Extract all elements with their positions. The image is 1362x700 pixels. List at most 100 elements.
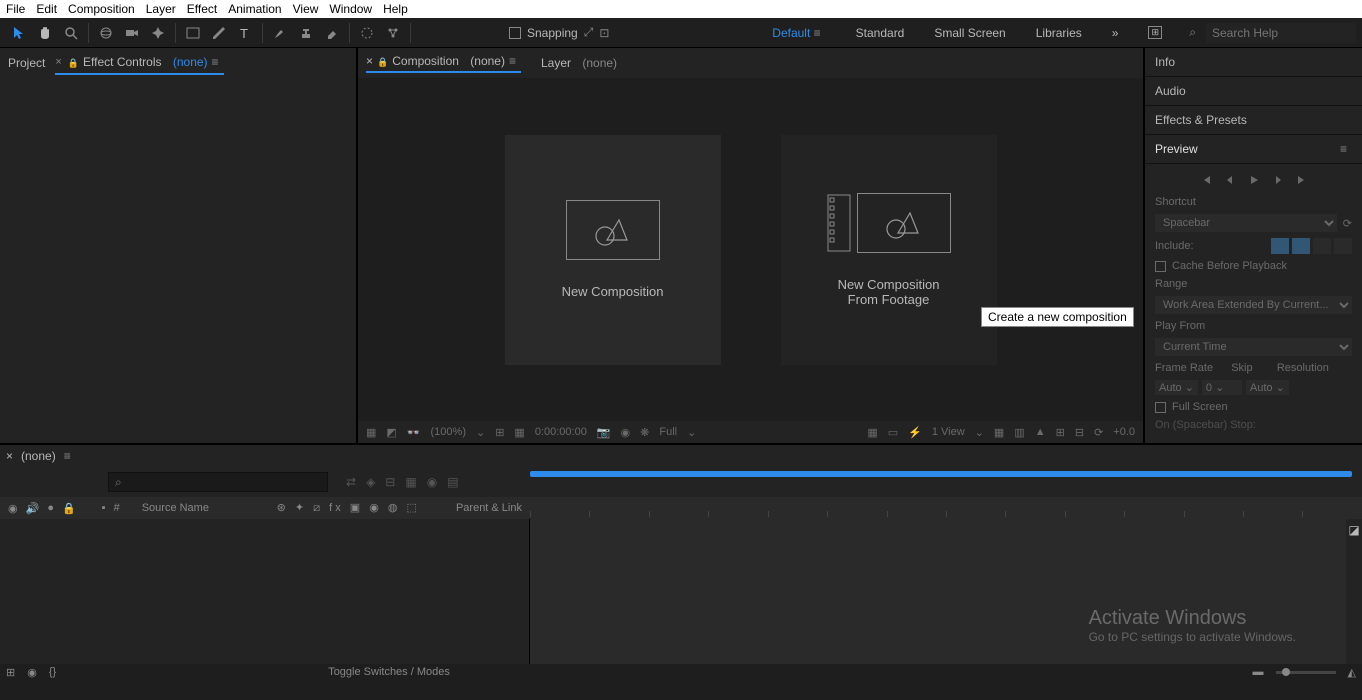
panel-menu-icon[interactable] [212, 55, 224, 69]
tab-effect-controls[interactable]: × Effect Controls (none) [55, 51, 223, 75]
pixel-aspect-icon[interactable]: ▥ [1014, 426, 1024, 439]
include-audio-icon[interactable] [1292, 238, 1310, 254]
grid-icon[interactable]: ▦ [514, 426, 524, 439]
workspace-reset-icon[interactable]: ⊞ [1148, 26, 1162, 39]
zoom-value[interactable]: (100%) [431, 426, 466, 438]
timeline-search-input[interactable] [108, 472, 328, 492]
snapshot-icon[interactable]: 📷 [597, 426, 611, 439]
menu-layer[interactable]: Layer [146, 2, 176, 16]
toggle-switches-modes[interactable]: Toggle Switches / Modes [328, 666, 450, 678]
rectangle-tool-icon[interactable] [182, 22, 204, 44]
skip-select[interactable]: 0 ⌄ [1202, 380, 1242, 395]
footer-icon-3[interactable]: {} [49, 666, 56, 678]
menu-edit[interactable]: Edit [36, 2, 57, 16]
panel-menu-icon[interactable] [509, 54, 521, 68]
camera-tool-icon[interactable] [121, 22, 143, 44]
workspace-small-screen[interactable]: Small Screen [934, 26, 1005, 40]
frame-blend-icon[interactable]: ▦ [405, 475, 416, 489]
comp-mini-flowchart-icon[interactable]: ⇄ [346, 475, 356, 489]
include-overlays-icon[interactable] [1313, 238, 1331, 254]
footer-icon-1[interactable]: ⊞ [6, 666, 15, 679]
brush-tool-icon[interactable] [269, 22, 291, 44]
timeline-tab[interactable]: (none) [21, 449, 56, 463]
tab-project[interactable]: Project [8, 52, 45, 74]
workspace-standard[interactable]: Standard [856, 26, 905, 40]
av-column-icon[interactable]: ◉ [8, 502, 18, 515]
number-column[interactable]: # [114, 502, 120, 514]
first-frame-icon[interactable] [1200, 174, 1212, 186]
solo-column-icon[interactable]: ● [47, 502, 54, 514]
color-icon[interactable]: ❋ [640, 426, 649, 439]
display-icon[interactable]: ▦ [366, 426, 376, 439]
resolution-select[interactable]: Auto ⌄ [1246, 380, 1289, 395]
workspace-default[interactable]: Default [772, 26, 825, 40]
exposure-value[interactable]: +0.0 [1113, 426, 1135, 438]
menu-file[interactable]: File [6, 2, 25, 16]
zoom-in-icon[interactable]: ◭ [1348, 666, 1356, 679]
snap-option-icon[interactable]: ⤢ [584, 25, 594, 40]
close-icon[interactable]: × [6, 449, 13, 463]
clone-stamp-tool-icon[interactable] [295, 22, 317, 44]
next-frame-icon[interactable] [1272, 174, 1284, 186]
menu-help[interactable]: Help [383, 2, 408, 16]
graph-editor-icon[interactable]: ▤ [447, 475, 458, 489]
zoom-slider[interactable] [1276, 671, 1336, 674]
parent-column[interactable]: Parent & Link [456, 502, 522, 514]
motion-blur-icon[interactable]: ◉ [427, 475, 437, 489]
time-ruler[interactable] [530, 497, 1362, 519]
panel-info[interactable]: Info [1145, 48, 1362, 77]
eraser-tool-icon[interactable] [321, 22, 343, 44]
selection-tool-icon[interactable] [8, 22, 30, 44]
hand-tool-icon[interactable] [34, 22, 56, 44]
reset-exposure-icon[interactable]: ⟳ [1094, 426, 1103, 439]
include-cache-icon[interactable] [1334, 238, 1352, 254]
menu-effect[interactable]: Effect [187, 2, 217, 16]
draft-3d-icon[interactable]: ◈ [366, 475, 375, 489]
tab-composition[interactable]: × Composition (none) [366, 54, 521, 73]
work-area-bar[interactable] [530, 471, 1352, 477]
label-column-icon[interactable]: ▪ [102, 502, 106, 514]
tab-layer[interactable]: Layer (none) [541, 56, 617, 70]
puppet-tool-icon[interactable] [382, 22, 404, 44]
mask-icon[interactable]: 👓 [407, 426, 421, 439]
play-from-select[interactable]: Current Time [1155, 338, 1352, 356]
toggle-alpha-icon[interactable]: ◩ [386, 426, 396, 439]
lock-column-icon[interactable]: 🔒 [62, 502, 76, 515]
menu-window[interactable]: Window [329, 2, 372, 16]
fast-preview-icon[interactable]: ▲ [1035, 426, 1046, 438]
footer-icon-2[interactable]: ◉ [27, 666, 37, 679]
cache-checkbox[interactable] [1155, 261, 1166, 272]
zoom-tool-icon[interactable] [60, 22, 82, 44]
panel-preview[interactable]: Preview [1145, 135, 1362, 164]
flowchart-icon[interactable]: ⊟ [1075, 426, 1084, 439]
timecode[interactable]: 0:00:00:00 [535, 426, 587, 438]
workspace-libraries[interactable]: Libraries [1036, 26, 1082, 40]
lock-icon[interactable] [68, 55, 79, 69]
timeline-icon[interactable]: ⊞ [1056, 426, 1065, 439]
pan-behind-tool-icon[interactable] [147, 22, 169, 44]
prev-frame-icon[interactable] [1224, 174, 1236, 186]
new-composition-button[interactable]: New Composition [505, 135, 721, 365]
pen-tool-icon[interactable] [208, 22, 230, 44]
panel-menu-icon[interactable] [1340, 142, 1352, 156]
resolution-icon[interactable]: ⊞ [495, 426, 504, 439]
menu-view[interactable]: View [293, 2, 319, 16]
draft-icon[interactable]: ⚡ [908, 426, 922, 439]
audio-column-icon[interactable]: 🔊 [26, 502, 40, 515]
reset-icon[interactable]: ⟳ [1343, 217, 1352, 230]
last-frame-icon[interactable] [1296, 174, 1308, 186]
menu-animation[interactable]: Animation [228, 2, 281, 16]
full-screen-checkbox[interactable] [1155, 402, 1166, 413]
new-composition-from-footage-button[interactable]: New CompositionFrom Footage [781, 135, 997, 365]
orbit-tool-icon[interactable] [95, 22, 117, 44]
channel-icon[interactable]: ◉ [621, 426, 631, 439]
panel-audio[interactable]: Audio [1145, 77, 1362, 106]
include-video-icon[interactable] [1271, 238, 1289, 254]
lock-icon[interactable] [377, 54, 388, 68]
hide-shy-icon[interactable]: ⊟ [385, 475, 395, 489]
expand-panel-icon[interactable]: ◪ [1346, 519, 1362, 664]
snapping-checkbox[interactable] [509, 27, 521, 39]
close-icon[interactable]: × [366, 54, 373, 68]
roto-brush-tool-icon[interactable] [356, 22, 378, 44]
range-select[interactable]: Work Area Extended By Current... [1155, 296, 1352, 314]
